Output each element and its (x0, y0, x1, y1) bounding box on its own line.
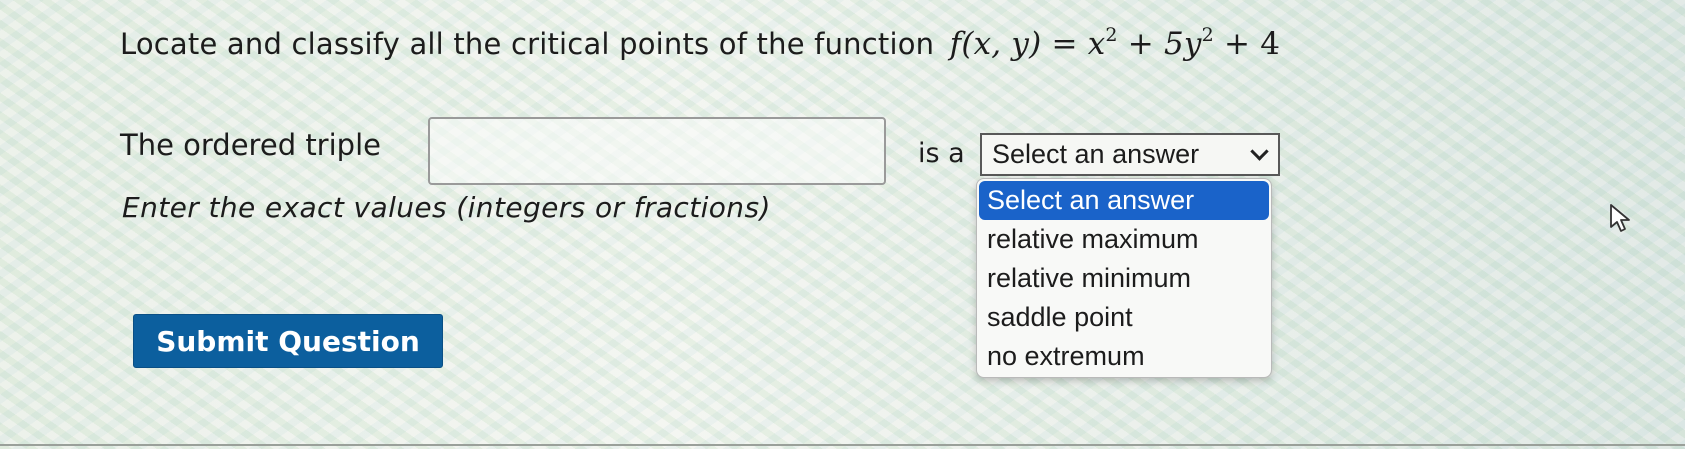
option-relative-maximum[interactable]: relative maximum (977, 220, 1271, 259)
question-text: Locate and classify all the critical poi… (120, 24, 1281, 63)
function-formula: f(x, y) = x2 + 5y2 + 4 (949, 24, 1281, 63)
chevron-down-icon (1250, 142, 1269, 161)
entry-hint: Enter the exact values (integers or frac… (122, 191, 771, 224)
is-a-label: is a (918, 138, 965, 169)
option-saddle-point[interactable]: saddle point (977, 298, 1271, 337)
function-prefix: f(x, y) = x (949, 26, 1106, 62)
exponent-x: 2 (1105, 24, 1118, 46)
submit-question-button[interactable]: Submit Question (133, 314, 443, 368)
mouse-pointer-icon (1610, 204, 1630, 232)
question-prompt: Locate and classify all the critical poi… (120, 27, 935, 61)
exponent-y: 2 (1201, 24, 1214, 46)
function-suffix: + 4 (1213, 26, 1281, 62)
ordered-triple-input[interactable] (428, 117, 886, 185)
ordered-triple-label: The ordered triple (120, 128, 381, 162)
option-no-extremum[interactable]: no extremum (977, 337, 1271, 376)
bottom-divider (0, 444, 1685, 446)
option-select-an-answer[interactable]: Select an answer (979, 181, 1269, 220)
classification-dropdown-menu: Select an answer relative maximum relati… (976, 178, 1272, 378)
option-relative-minimum[interactable]: relative minimum (977, 259, 1271, 298)
classification-select[interactable]: Select an answer (980, 133, 1280, 176)
function-middle: + 5y (1117, 26, 1202, 62)
select-current-value: Select an answer (992, 139, 1200, 169)
